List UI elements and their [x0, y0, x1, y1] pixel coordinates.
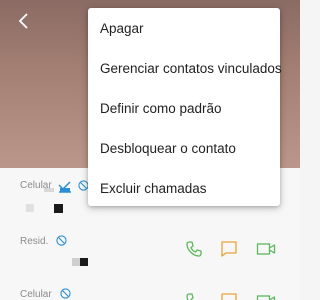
masked-number	[26, 204, 34, 212]
menu-item-delete[interactable]: Apagar	[88, 8, 280, 48]
masked-number	[60, 188, 70, 192]
phone-icon	[186, 293, 194, 300]
message-icon	[221, 293, 237, 300]
masked-number	[72, 258, 80, 266]
menu-item-unblock-contact[interactable]: Desbloquear o contato	[88, 128, 280, 168]
call-button[interactable]	[183, 238, 205, 260]
message-icon	[221, 241, 237, 257]
masked-number	[44, 188, 54, 192]
chevron-left-icon	[18, 13, 28, 29]
video-icon	[256, 243, 276, 255]
call-button[interactable]	[183, 290, 205, 300]
block-icon	[56, 235, 67, 246]
number-row[interactable]: Celular	[0, 282, 300, 300]
number-type-label: Celular	[20, 289, 52, 300]
video-call-button[interactable]	[255, 238, 277, 260]
message-button[interactable]	[218, 290, 240, 300]
masked-number	[54, 204, 63, 213]
video-call-button[interactable]	[255, 290, 277, 300]
menu-item-delete-calls[interactable]: Excluir chamadas	[88, 168, 280, 208]
message-button[interactable]	[218, 238, 240, 260]
video-icon	[256, 295, 276, 300]
number-type-label: Resid.	[20, 236, 49, 247]
back-button[interactable]	[12, 10, 34, 32]
number-row[interactable]: Resid.	[0, 228, 300, 274]
menu-item-set-default[interactable]: Definir como padrão	[88, 88, 280, 128]
masked-number	[80, 258, 88, 266]
block-icon	[60, 288, 71, 299]
menu-item-manage-linked-contacts[interactable]: Gerenciar contatos vinculados	[88, 48, 282, 88]
phone-icon	[186, 241, 202, 257]
overflow-menu: Apagar Gerenciar contatos vinculados Def…	[88, 8, 282, 208]
